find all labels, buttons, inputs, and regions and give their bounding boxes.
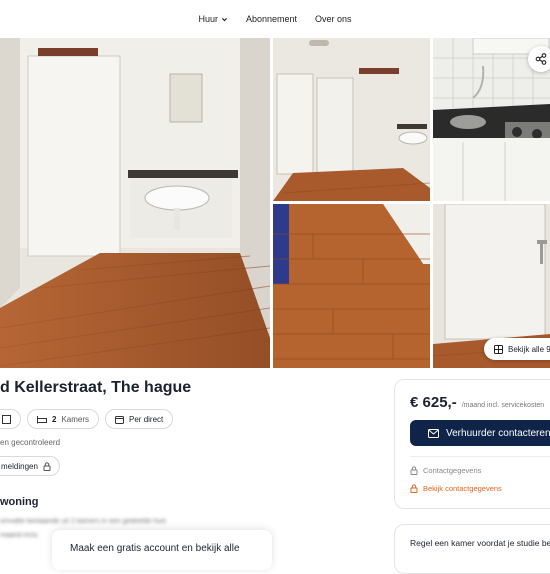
area-chip (0, 409, 21, 429)
room-photo (0, 38, 270, 368)
rooms-chip: 2 Kamers (27, 409, 100, 429)
view-contact-link[interactable]: Bekijk contactgegevens (410, 484, 550, 493)
gallery-photo-4[interactable] (273, 204, 430, 368)
room-photo (273, 38, 430, 201)
chevron-down-icon (221, 17, 227, 21)
calendar-icon (115, 415, 125, 424)
contact-button-label: Verhuurder contacteren (446, 427, 550, 439)
listing-title: d Kellerstraat, The hague (0, 379, 192, 396)
blurred-description: maand inclu (0, 532, 38, 539)
checked-text: en gecontroleerd (0, 438, 61, 447)
study-tip-card: Regel een kamer voordat je studie begint (394, 524, 550, 574)
contact-landlord-button[interactable]: Verhuurder contacteren (410, 420, 550, 446)
nav-item-abonnement[interactable]: Abonnement (246, 14, 297, 24)
lock-icon (410, 484, 418, 493)
price-card: € 625,- /maand incl. servicekosten Verhu… (394, 379, 550, 509)
blurred-description: omvatte bestaande uit 2 kamers in een ge… (0, 518, 167, 525)
view-contact-label: Bekijk contactgegevens (423, 484, 502, 493)
rooms-count: 2 (52, 414, 57, 424)
contact-info-label: Contactgegevens (423, 466, 482, 475)
nav-item-label: Huur (198, 14, 218, 24)
lock-icon (43, 461, 51, 471)
signup-prompt[interactable]: Maak een gratis account en bekijk alle (52, 530, 272, 570)
gallery-photo-2[interactable] (273, 38, 430, 201)
rooms-label: Kamers (61, 414, 90, 424)
signup-text: Maak een gratis account en bekijk alle (70, 543, 240, 554)
price-amount: € 625,- (410, 394, 457, 411)
mail-icon (428, 428, 439, 438)
price-row: € 625,- /maand incl. servicekosten (410, 394, 550, 411)
meldingen-button[interactable]: meldingen (0, 456, 60, 476)
contact-info-row: Contactgegevens (410, 466, 550, 475)
top-nav: Huur Abonnement Over ons (0, 0, 550, 38)
divider (410, 456, 550, 457)
nav-item-huur[interactable]: Huur (198, 14, 228, 24)
nav-item-label: Over ons (315, 14, 352, 24)
gallery-photo-main[interactable] (0, 38, 270, 368)
availability-chip: Per direct (105, 409, 174, 429)
area-icon (2, 414, 11, 424)
share-button[interactable] (528, 46, 550, 72)
availability-label: Per direct (129, 414, 164, 424)
bed-icon (37, 415, 47, 423)
nav-item-label: Abonnement (245, 14, 298, 24)
floor-photo (273, 204, 430, 368)
listing-chips: 2 Kamers Per direct (0, 409, 174, 429)
view-all-photos-button[interactable]: Bekijk alle 9 (484, 338, 550, 360)
share-icon (535, 53, 547, 65)
study-tip-text: Regel een kamer voordat je studie begint (410, 538, 550, 548)
photo-gallery (0, 38, 550, 368)
section-heading-woning: woning (0, 496, 39, 508)
grid-icon (494, 344, 503, 354)
lock-icon (410, 466, 418, 475)
nav-item-over-ons[interactable]: Over ons (315, 14, 352, 24)
view-all-label: Bekijk alle 9 (508, 344, 550, 354)
price-period: /maand incl. servicekosten (461, 402, 545, 409)
meldingen-label: meldingen (1, 461, 38, 471)
